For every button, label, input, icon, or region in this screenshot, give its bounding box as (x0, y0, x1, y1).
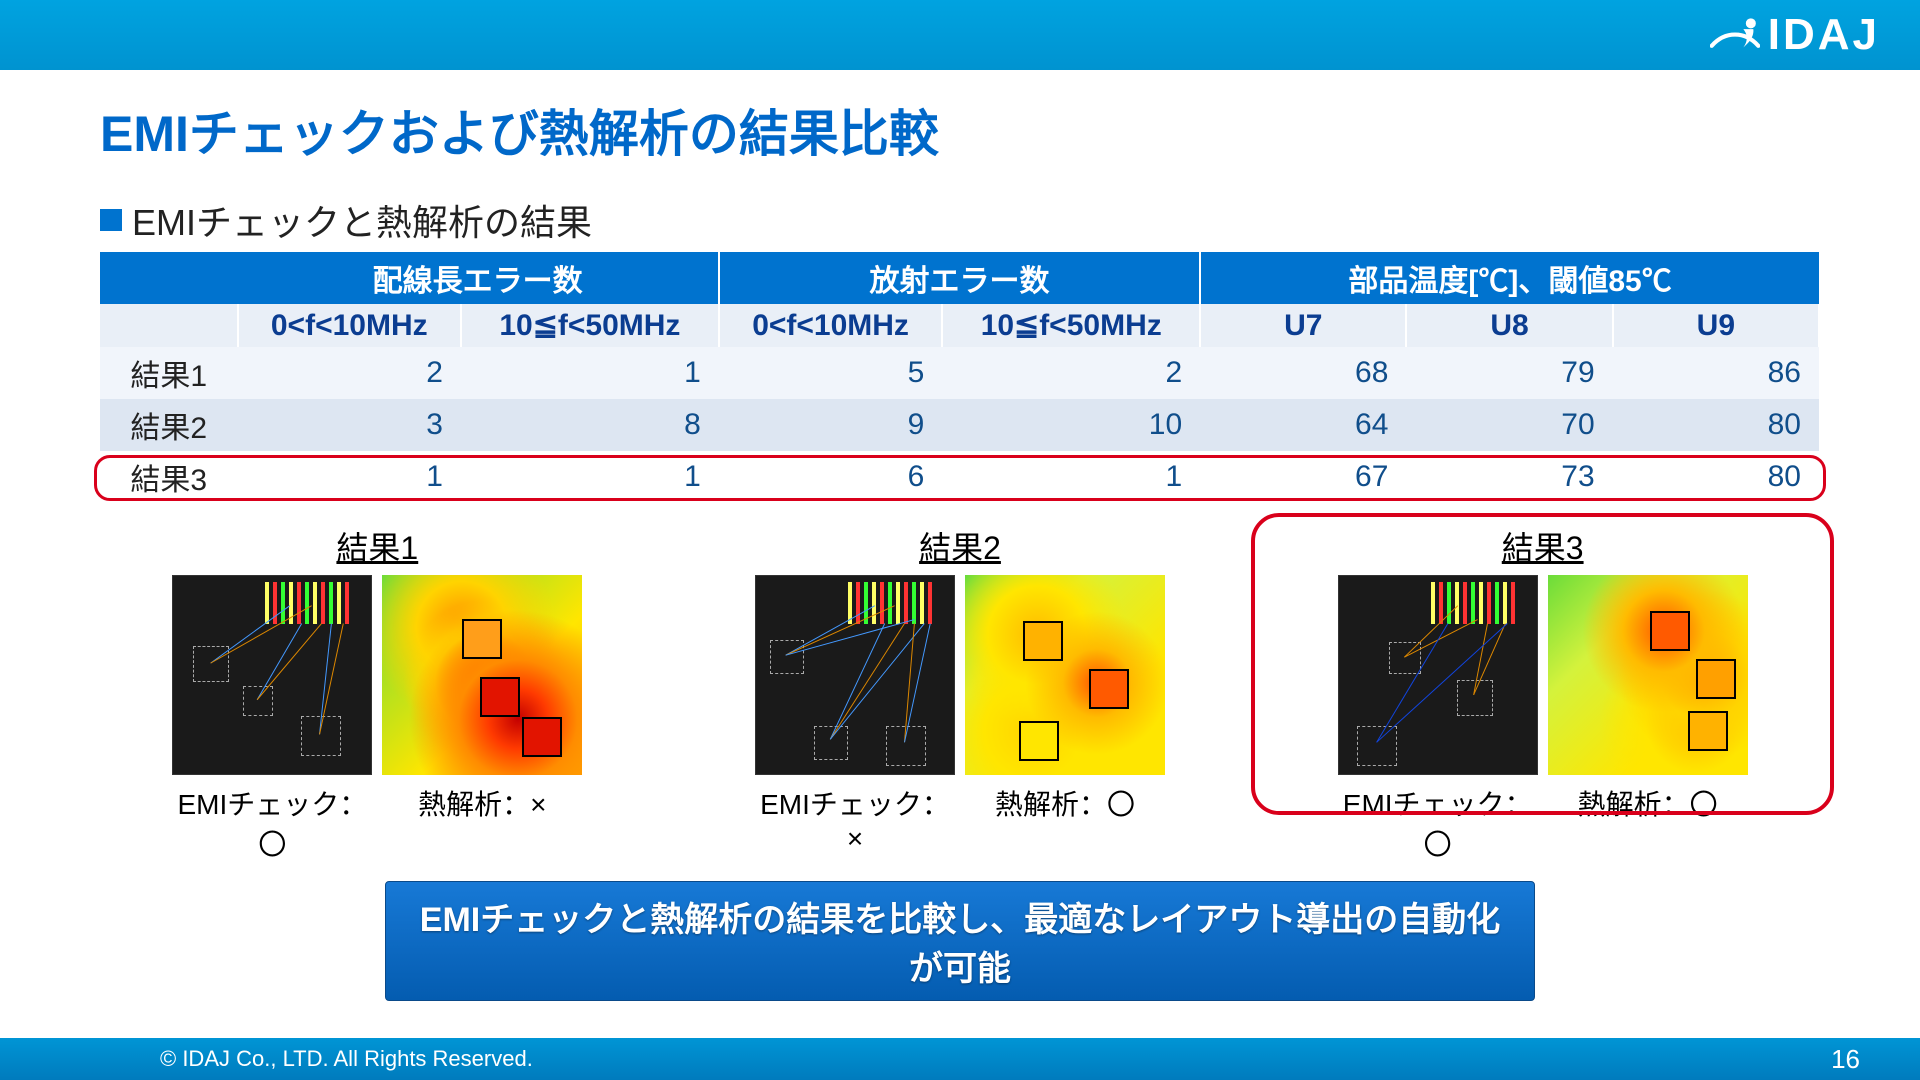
sub-hdr: 10≦f<50MHz (942, 304, 1200, 347)
pcb-layout-image (1338, 575, 1538, 775)
sub-hdr: 0<f<10MHz (238, 304, 461, 347)
conclusion-banner: EMIチェックと熱解析の結果を比較し、最適なレイアウト導出の自動化が可能 (385, 881, 1535, 1001)
heat-caption: 熱解析：〇 (1548, 783, 1748, 863)
row-label: 結果3 (100, 451, 238, 503)
swoosh-person-icon (1710, 14, 1760, 56)
cell: 86 (1613, 347, 1819, 399)
page-number: 16 (1831, 1044, 1860, 1075)
figure-group: 結果2 (683, 517, 1238, 863)
cell: 9 (719, 399, 942, 451)
thermal-map-image (382, 575, 582, 775)
table-row: 結果3 1 1 6 1 67 73 80 (100, 451, 1819, 503)
cell: 5 (719, 347, 942, 399)
cell: 6 (719, 451, 942, 503)
cell: 2 (942, 347, 1200, 399)
cell: 67 (1200, 451, 1406, 503)
cell: 3 (238, 399, 461, 451)
emi-caption: EMIチェック：〇 (1338, 783, 1538, 863)
cell: 1 (461, 347, 719, 399)
cell: 70 (1406, 399, 1612, 451)
table-row: 結果1 2 1 5 2 68 79 86 (100, 347, 1819, 399)
brand-logo: IDAJ (1710, 10, 1880, 60)
cell: 80 (1613, 399, 1819, 451)
row-label: 結果1 (100, 347, 238, 399)
cell: 1 (942, 451, 1200, 503)
grp-hdr-temp: 部品温度[℃]、閾値85℃ (1200, 252, 1819, 304)
emi-caption: EMIチェック：〇 (172, 783, 372, 863)
cell: 1 (461, 451, 719, 503)
sub-hdr: U7 (1200, 304, 1406, 347)
figure-group: 結果3 (1265, 517, 1820, 863)
section-title: EMIチェックと熱解析の結果 (132, 194, 592, 246)
footer: © IDAJ Co., LTD. All Rights Reserved. 16 (0, 1038, 1920, 1080)
cell: 1 (238, 451, 461, 503)
figure-group: 結果1 (100, 517, 655, 863)
pcb-layout-image (755, 575, 955, 775)
figure-title: 結果2 (689, 523, 1232, 569)
cell: 10 (942, 399, 1200, 451)
results-table-container: 配線長エラー数 放射エラー数 部品温度[℃]、閾値85℃ 0<f<10MHz 1… (100, 252, 1820, 503)
thermal-map-image (965, 575, 1165, 775)
heat-caption: 熱解析：〇 (965, 783, 1165, 855)
heat-caption: 熱解析：× (382, 783, 582, 863)
square-bullet-icon (100, 209, 122, 231)
sub-hdr: U9 (1613, 304, 1819, 347)
copyright-text: © IDAJ Co., LTD. All Rights Reserved. (160, 1046, 533, 1072)
figure-row: 結果1 (100, 517, 1820, 863)
thermal-map-image (1548, 575, 1748, 775)
sub-hdr: 0<f<10MHz (719, 304, 942, 347)
cell: 68 (1200, 347, 1406, 399)
sub-hdr: U8 (1406, 304, 1612, 347)
grp-hdr-wirelen: 配線長エラー数 (238, 252, 719, 304)
table-row: 結果2 3 8 9 10 64 70 80 (100, 399, 1819, 451)
cell: 80 (1613, 451, 1819, 503)
cell: 79 (1406, 347, 1612, 399)
pcb-layout-image (172, 575, 372, 775)
figure-title: 結果1 (106, 523, 649, 569)
results-table: 配線長エラー数 放射エラー数 部品温度[℃]、閾値85℃ 0<f<10MHz 1… (100, 252, 1820, 503)
row-label: 結果2 (100, 399, 238, 451)
page-title: EMIチェックおよび熱解析の結果比較 (100, 94, 1820, 166)
cell: 8 (461, 399, 719, 451)
cell: 64 (1200, 399, 1406, 451)
grp-hdr-rad: 放射エラー数 (719, 252, 1200, 304)
emi-caption: EMIチェック：× (755, 783, 955, 855)
sub-hdr: 10≦f<50MHz (461, 304, 719, 347)
brand-name: IDAJ (1768, 10, 1880, 60)
cell: 73 (1406, 451, 1612, 503)
top-banner: IDAJ (0, 0, 1920, 70)
figure-title: 結果3 (1271, 523, 1814, 569)
section-header: EMIチェックと熱解析の結果 (100, 194, 1820, 246)
cell: 2 (238, 347, 461, 399)
